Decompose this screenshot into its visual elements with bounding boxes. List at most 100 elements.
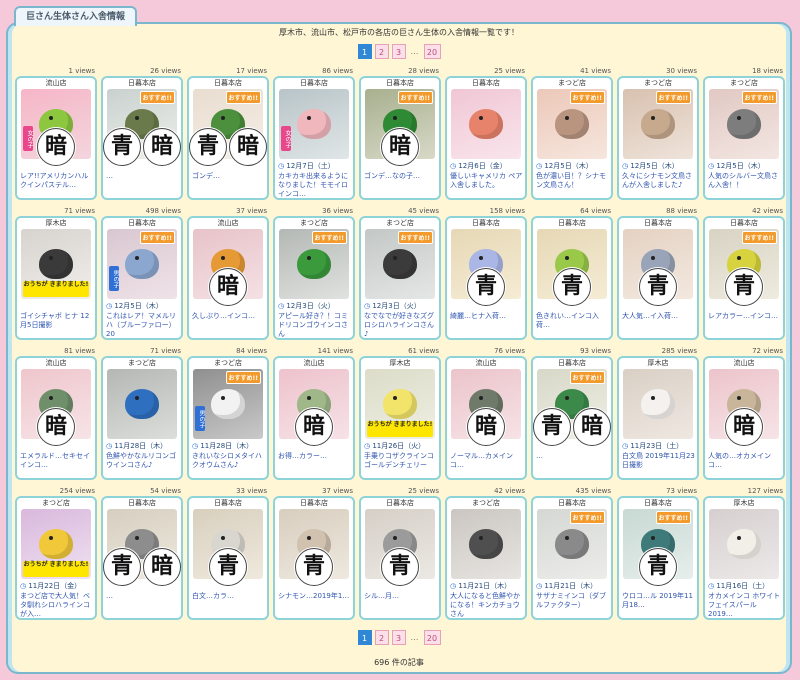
post-card[interactable]: 37 views 流山店 久しぶり…インコ… 暗: [187, 206, 269, 342]
bird-photo[interactable]: [193, 229, 263, 299]
card-box[interactable]: まつど店 ◷ 11月28日（木） 色鮮やかなルリコンゴウインコさん♪: [101, 356, 183, 480]
card-box[interactable]: 日暮本店 シナモン…2019年1… 青: [273, 496, 355, 620]
post-title-link[interactable]: ウロコ…ル 2019年11月18…: [622, 592, 696, 610]
post-card[interactable]: 61 views 厚木店 おうちが きまりました! ◷ 11月26日（火） 手乗…: [359, 346, 441, 482]
bird-photo[interactable]: [709, 369, 779, 439]
card-box[interactable]: 日暮本店 おすすめ!! ゴンデ…なの子… 暗: [359, 76, 441, 200]
bird-photo[interactable]: [451, 229, 521, 299]
post-title-link[interactable]: サザナミインコ（ダブルファクター）: [536, 592, 610, 610]
post-title-link[interactable]: ゴンデ…: [192, 172, 266, 181]
page-link-1[interactable]: 1: [357, 630, 372, 645]
card-box[interactable]: 日暮本店 シル…月… 青: [359, 496, 441, 620]
bird-photo[interactable]: おすすめ!!: [537, 369, 607, 439]
card-box[interactable]: 日暮本店 綺麗…ヒナ入荷… 青: [445, 216, 527, 340]
post-title-link[interactable]: オカメインコ ホワイトフェイスパール 2019…: [708, 592, 782, 618]
post-title-link[interactable]: ゴンデ…なの子…: [364, 172, 438, 181]
card-box[interactable]: 日暮本店 ◷ 12月6日（金） 優しいキャメリカ ペア入舎しました。: [445, 76, 527, 200]
page-link-2[interactable]: 2: [374, 630, 389, 645]
post-title-link[interactable]: 色が濃い目！？シナモン文鳥さん！: [536, 172, 610, 190]
page-link-1[interactable]: 1: [357, 44, 372, 59]
post-card[interactable]: 254 views まつど店 おうちが きまりました! ◷ 11月22日（金） …: [15, 486, 97, 622]
bird-photo[interactable]: [279, 509, 349, 579]
post-card[interactable]: 88 views 日暮本店 大人気…イ入荷… 青: [617, 206, 699, 342]
post-title-link[interactable]: シナモン…2019年1…: [278, 592, 352, 601]
post-card[interactable]: 42 views 日暮本店 おすすめ!! レアカラー…インコ… 青: [703, 206, 785, 342]
post-card[interactable]: 158 views 日暮本店 綺麗…ヒナ入荷… 青: [445, 206, 527, 342]
post-card[interactable]: 41 views まつど店 おすすめ!! ◷ 12月5日（木） 色が濃い目！？シ…: [531, 66, 613, 202]
card-box[interactable]: まつど店 おすすめ!! ◷ 12月5日（木） 色が濃い目！？シナモン文鳥さん！: [531, 76, 613, 200]
post-card[interactable]: 45 views まつど店 おすすめ!! ◷ 12月3日（火） なでなでが好きな…: [359, 206, 441, 342]
post-card[interactable]: 76 views 流山店 ノーマル…カメインコ… 暗: [445, 346, 527, 482]
post-title-link[interactable]: …: [106, 592, 180, 601]
post-card[interactable]: 33 views 日暮本店 白文…カラ… 青: [187, 486, 269, 622]
card-box[interactable]: まつど店 ◷ 11月21日（木） 大人になると色鮮やかになる！キンカチョウさん: [445, 496, 527, 620]
bird-photo[interactable]: おすすめ!!: [537, 89, 607, 159]
bird-photo[interactable]: おすすめ!!: [623, 509, 693, 579]
post-title-link[interactable]: まつど店で大人気！ベタ馴れシロハラインコが入…: [20, 592, 94, 618]
card-box[interactable]: 日暮本店 おすすめ!! ウロコ…ル 2019年11月18… 青: [617, 496, 699, 620]
bird-photo[interactable]: [623, 369, 693, 439]
post-card[interactable]: 86 views 日暮本店 女の子 ◷ 12月7日（土） カキカキ出来るようにな…: [273, 66, 355, 202]
post-title-link[interactable]: 白文…カラ…: [192, 592, 266, 601]
post-title-link[interactable]: 色きれい…インコ入荷…: [536, 312, 610, 330]
card-box[interactable]: まつど店 おすすめ!! ◷ 12月3日（火） なでなでが好きなズグロシロハライン…: [359, 216, 441, 340]
bird-photo[interactable]: おうちが きまりました!: [21, 229, 91, 299]
bird-photo[interactable]: おすすめ!!: [537, 509, 607, 579]
page-tab[interactable]: 巨さん生体さん入舎情報: [14, 6, 138, 26]
post-title-link[interactable]: 手乗りコザクラインコ ゴールデンチェリー: [364, 452, 438, 470]
post-card[interactable]: 127 views 厚木店 ◷ 11月16日（土） オカメインコ ホワイトフェイ…: [703, 486, 785, 622]
card-box[interactable]: 日暮本店 女の子 ◷ 12月7日（土） カキカキ出来るようになりました！モモイロ…: [273, 76, 355, 200]
post-card[interactable]: 71 views 厚木店 おうちが きまりました! ゴイシチャボ ヒナ 12月5…: [15, 206, 97, 342]
card-box[interactable]: 流山店 女の子 レア!!アメリカンハルクインパステル… 暗: [15, 76, 97, 200]
post-card[interactable]: 285 views 厚木店 ◷ 11月23日（土） 白文鳥 2019年11月23…: [617, 346, 699, 482]
post-card[interactable]: 498 views 日暮本店 おすすめ!! 男の子 ◷ 12月5日（木） これは…: [101, 206, 183, 342]
page-link-last[interactable]: 20: [423, 630, 441, 645]
card-box[interactable]: 日暮本店 大人気…イ入荷… 青: [617, 216, 699, 340]
card-box[interactable]: 日暮本店 おすすめ!! 男の子 ◷ 12月5日（木） これはレア！マメルリハ（ブ…: [101, 216, 183, 340]
bird-photo[interactable]: [451, 509, 521, 579]
card-box[interactable]: 流山店 お得…カラー… 暗: [273, 356, 355, 480]
bird-photo[interactable]: おすすめ!!: [193, 89, 263, 159]
post-card[interactable]: 36 views まつど店 おすすめ!! ◷ 12月3日（火） アピール好き？！…: [273, 206, 355, 342]
bird-photo[interactable]: おすすめ!!: [623, 89, 693, 159]
post-card[interactable]: 84 views まつど店 おすすめ!! 男の子 ◷ 11月28日（木） きれい…: [187, 346, 269, 482]
post-title-link[interactable]: 大人気…イ入荷…: [622, 312, 696, 321]
post-title-link[interactable]: レア!!アメリカンハルクインパステル…: [20, 172, 94, 190]
card-box[interactable]: 日暮本店 おすすめ!! レアカラー…インコ… 青: [703, 216, 785, 340]
card-box[interactable]: 日暮本店 … 青暗: [101, 496, 183, 620]
card-box[interactable]: 厚木店 ◷ 11月23日（土） 白文鳥 2019年11月23日撮影: [617, 356, 699, 480]
card-box[interactable]: 厚木店 ◷ 11月16日（土） オカメインコ ホワイトフェイスパール 2019…: [703, 496, 785, 620]
card-box[interactable]: 日暮本店 おすすめ!! … 青暗: [531, 356, 613, 480]
post-title-link[interactable]: 大人になると色鮮やかになる！キンカチョウさん: [450, 592, 524, 618]
post-title-link[interactable]: アピール好き？！コミドリコンゴウインコさん: [278, 312, 352, 338]
card-box[interactable]: 日暮本店 おすすめ!! … 青暗: [101, 76, 183, 200]
card-box[interactable]: 流山店 ノーマル…カメインコ… 暗: [445, 356, 527, 480]
post-card[interactable]: 64 views 日暮本店 色きれい…インコ入荷… 青: [531, 206, 613, 342]
post-card[interactable]: 17 views 日暮本店 おすすめ!! ゴンデ… 青暗: [187, 66, 269, 202]
bird-photo[interactable]: [451, 369, 521, 439]
post-card[interactable]: 72 views 流山店 人気の…オカメインコ… 暗: [703, 346, 785, 482]
post-card[interactable]: 141 views 流山店 お得…カラー… 暗: [273, 346, 355, 482]
card-box[interactable]: 厚木店 おうちが きまりました! ゴイシチャボ ヒナ 12月5日撮影: [15, 216, 97, 340]
bird-photo[interactable]: [279, 369, 349, 439]
post-card[interactable]: 54 views 日暮本店 … 青暗: [101, 486, 183, 622]
post-title-link[interactable]: なでなでが好きなズグロシロハラインコさん♪: [364, 312, 438, 338]
bird-photo[interactable]: おすすめ!! 男の子: [107, 229, 177, 299]
post-card[interactable]: 435 views 日暮本店 おすすめ!! ◷ 11月21日（木） サザナミイン…: [531, 486, 613, 622]
bird-photo[interactable]: 女の子: [279, 89, 349, 159]
post-title-link[interactable]: きれいなシロメタイハクオウムさん♪: [192, 452, 266, 470]
page-link-2[interactable]: 2: [374, 44, 389, 59]
card-box[interactable]: 日暮本店 白文…カラ… 青: [187, 496, 269, 620]
post-title-link[interactable]: ゴイシチャボ ヒナ 12月5日撮影: [20, 312, 94, 330]
post-card[interactable]: 73 views 日暮本店 おすすめ!! ウロコ…ル 2019年11月18… 青: [617, 486, 699, 622]
card-box[interactable]: 流山店 久しぶり…インコ… 暗: [187, 216, 269, 340]
post-title-link[interactable]: 綺麗…ヒナ入荷…: [450, 312, 524, 321]
bird-photo[interactable]: [709, 509, 779, 579]
card-box[interactable]: まつど店 おすすめ!! ◷ 12月3日（火） アピール好き？！コミドリコンゴウイ…: [273, 216, 355, 340]
page-link-last[interactable]: 20: [423, 44, 441, 59]
post-title-link[interactable]: 人気の…オカメインコ…: [708, 452, 782, 470]
bird-photo[interactable]: おすすめ!!: [107, 89, 177, 159]
post-title-link[interactable]: 人気のシルバー文鳥さん入舎！！: [708, 172, 782, 190]
post-title-link[interactable]: 白文鳥 2019年11月23日撮影: [622, 452, 696, 470]
card-box[interactable]: まつど店 おうちが きまりました! ◷ 11月22日（金） まつど店で大人気！ベ…: [15, 496, 97, 620]
